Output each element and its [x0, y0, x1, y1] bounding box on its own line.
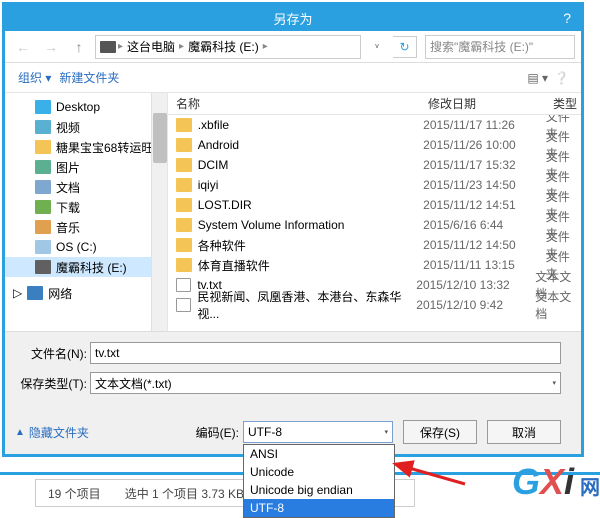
- drive-icon: [100, 41, 116, 53]
- music-icon: [35, 220, 51, 234]
- file-list[interactable]: .xbfile2015/11/17 11:26文件夹Android2015/11…: [168, 115, 581, 331]
- sidebar-item[interactable]: 图片: [5, 157, 167, 177]
- file-row[interactable]: iqiyi2015/11/23 14:50文件夹: [168, 175, 581, 195]
- toolbar: 组织 ▾ 新建文件夹 ▤ ▾ ❔: [5, 63, 581, 93]
- encoding-option[interactable]: UTF-8: [244, 499, 394, 517]
- refresh-button[interactable]: ↻: [393, 36, 417, 58]
- picture-icon: [35, 160, 51, 174]
- drive-icon: [35, 240, 51, 254]
- breadcrumb-drive[interactable]: 魔霸科技 (E:): [186, 38, 261, 55]
- file-icon: [176, 158, 192, 172]
- filename-input[interactable]: [90, 342, 561, 364]
- file-list-area: 名称 修改日期 类型 .xbfile2015/11/17 11:26文件夹And…: [168, 93, 581, 331]
- status-count: 19 个项目: [48, 485, 101, 502]
- sidebar-item[interactable]: 音乐: [5, 217, 167, 237]
- file-icon: [176, 138, 192, 152]
- sidebar-item[interactable]: OS (C:): [5, 237, 167, 257]
- form-pane: 文件名(N): 保存类型(T): 文本文档(*.txt)▾: [5, 331, 581, 412]
- file-row[interactable]: System Volume Information2015/6/16 6:44文…: [168, 215, 581, 235]
- breadcrumb-dropdown[interactable]: v: [365, 35, 389, 59]
- new-folder-button[interactable]: 新建文件夹: [56, 69, 122, 86]
- sidebar-network[interactable]: ▷ 网络: [5, 283, 167, 303]
- file-row[interactable]: Android2015/11/26 10:00文件夹: [168, 135, 581, 155]
- navbar: ← → ↑ ▸ 这台电脑 ▸ 魔霸科技 (E:) ▸ v ↻ 搜索"魔霸科技 (…: [5, 31, 581, 63]
- file-icon: [176, 298, 191, 312]
- filetype-select[interactable]: 文本文档(*.txt)▾: [90, 372, 561, 394]
- search-input[interactable]: 搜索"魔霸科技 (E:)": [425, 35, 575, 59]
- sidebar-scrollbar[interactable]: [151, 93, 167, 331]
- file-icon: [176, 218, 192, 232]
- network-icon: [27, 286, 43, 300]
- save-as-dialog: 另存为 ? ← → ↑ ▸ 这台电脑 ▸ 魔霸科技 (E:) ▸ v ↻ 搜索"…: [2, 2, 584, 457]
- breadcrumb-pc[interactable]: 这台电脑: [125, 38, 177, 55]
- video-icon: [35, 120, 51, 134]
- action-row: ▲隐藏文件夹 编码(E): UTF-8▾ ANSIUnicodeUnicode …: [5, 412, 581, 454]
- back-button[interactable]: ←: [11, 35, 35, 59]
- col-type[interactable]: 类型: [553, 95, 581, 112]
- column-headers: 名称 修改日期 类型: [168, 93, 581, 115]
- drive2-icon: [35, 260, 51, 274]
- download-icon: [35, 200, 51, 214]
- folder-icon: [35, 140, 51, 154]
- filename-label: 文件名(N):: [15, 345, 90, 362]
- file-icon: [176, 118, 192, 132]
- help-icon[interactable]: ?: [563, 10, 571, 26]
- encoding-option[interactable]: Unicode big endian: [244, 481, 394, 499]
- file-icon: [176, 178, 192, 192]
- file-icon: [176, 238, 192, 252]
- annotation-arrow: [390, 459, 470, 489]
- file-icon: [176, 198, 192, 212]
- file-icon: [176, 258, 192, 272]
- file-row[interactable]: DCIM2015/11/17 15:32文件夹: [168, 155, 581, 175]
- file-row[interactable]: .xbfile2015/11/17 11:26文件夹: [168, 115, 581, 135]
- sidebar: Desktop视频糖果宝宝68转运旺图片文档下载音乐OS (C:)魔霸科技 (E…: [5, 93, 168, 331]
- sidebar-item[interactable]: Desktop: [5, 97, 167, 117]
- encoding-select[interactable]: UTF-8▾ ANSIUnicodeUnicode big endianUTF-…: [243, 421, 393, 443]
- doc-icon: [35, 180, 51, 194]
- sidebar-item[interactable]: 文档: [5, 177, 167, 197]
- sidebar-item[interactable]: 魔霸科技 (E:): [5, 257, 167, 277]
- filetype-label: 保存类型(T):: [15, 375, 90, 392]
- hide-folders-link[interactable]: ▲隐藏文件夹: [15, 424, 89, 441]
- organize-menu[interactable]: 组织 ▾: [15, 69, 54, 86]
- sidebar-item[interactable]: 糖果宝宝68转运旺: [5, 137, 167, 157]
- file-row[interactable]: LOST.DIR2015/11/12 14:51文件夹: [168, 195, 581, 215]
- file-row[interactable]: 各种软件2015/11/12 14:50文件夹: [168, 235, 581, 255]
- up-button[interactable]: ↑: [67, 35, 91, 59]
- encoding-option[interactable]: ANSI: [244, 445, 394, 463]
- watermark: GXi 网: [512, 461, 600, 503]
- sidebar-item[interactable]: 下载: [5, 197, 167, 217]
- breadcrumb[interactable]: ▸ 这台电脑 ▸ 魔霸科技 (E:) ▸: [95, 35, 361, 59]
- status-selected: 选中 1 个项目 3.73 KB: [125, 485, 244, 502]
- col-name[interactable]: 名称: [168, 95, 428, 112]
- sidebar-item[interactable]: 视频: [5, 117, 167, 137]
- file-row[interactable]: 体育直播软件2015/11/11 13:15文件夹: [168, 255, 581, 275]
- forward-button[interactable]: →: [39, 35, 63, 59]
- encoding-label: 编码(E):: [196, 424, 239, 441]
- file-icon: [176, 278, 191, 292]
- help-toolbar-icon[interactable]: ❔: [552, 71, 571, 85]
- file-row[interactable]: 民视新闻、凤凰香港、本港台、东森华视...2015/12/10 9:42文本文档: [168, 295, 581, 315]
- titlebar: 另存为 ?: [5, 5, 581, 31]
- save-button[interactable]: 保存(S): [403, 420, 477, 444]
- encoding-option[interactable]: Unicode: [244, 463, 394, 481]
- desktop-icon: [35, 100, 51, 114]
- window-title: 另存为: [273, 9, 312, 28]
- cancel-button[interactable]: 取消: [487, 420, 561, 444]
- view-button[interactable]: ▤ ▾: [525, 71, 550, 85]
- body: Desktop视频糖果宝宝68转运旺图片文档下载音乐OS (C:)魔霸科技 (E…: [5, 93, 581, 331]
- col-date[interactable]: 修改日期: [428, 95, 553, 112]
